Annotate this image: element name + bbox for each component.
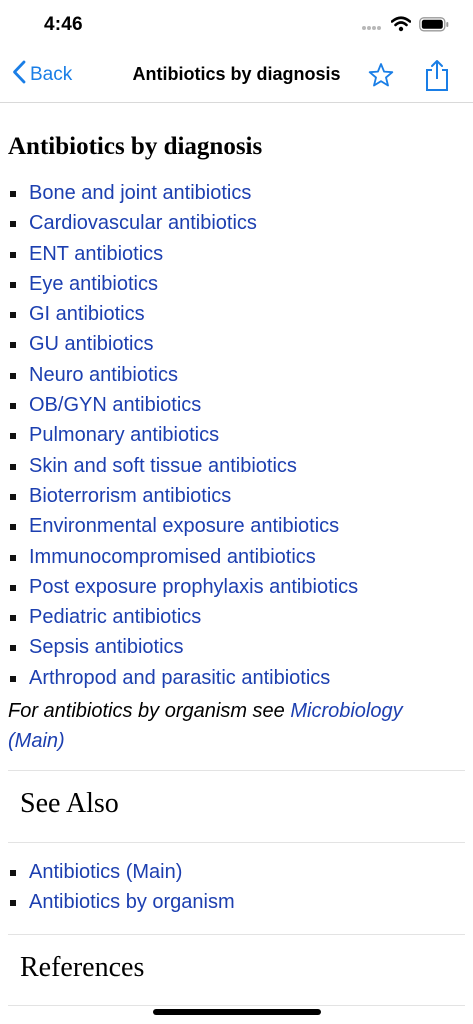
home-indicator[interactable] [153, 1009, 321, 1015]
bullet [10, 493, 16, 500]
list-item: Neuro antibiotics [0, 361, 473, 391]
references-heading: References [20, 952, 145, 983]
bullet [10, 191, 16, 197]
bullet [10, 645, 16, 652]
link-gu[interactable]: GU antibiotics [29, 333, 154, 356]
list-item: GI antibiotics [0, 300, 473, 330]
list-item: Sepsis antibiotics [0, 633, 473, 663]
list-item: OB/GYN antibiotics [0, 391, 473, 421]
note-text: For antibiotics by organism see [8, 700, 291, 722]
bullet [10, 463, 16, 470]
list-item: Post exposure prophylaxis antibiotics [0, 573, 473, 603]
nav-title: Antibiotics by diagnosis [132, 64, 341, 84]
link-ob-gyn[interactable]: OB/GYN antibiotics [29, 394, 201, 417]
list-item: Antibiotics (Main) [0, 858, 473, 888]
bullet [10, 372, 16, 379]
bullet [10, 584, 16, 591]
bullet [10, 403, 16, 410]
divider [8, 934, 465, 935]
link-cardiovascular[interactable]: Cardiovascular antibiotics [29, 212, 257, 235]
status-bar: 4:46 [0, 0, 473, 48]
link-antibiotics-by-organism[interactable]: Antibiotics by organism [29, 891, 235, 914]
share-icon [424, 60, 450, 96]
favorite-button[interactable] [368, 62, 394, 93]
link-pulmonary[interactable]: Pulmonary antibiotics [29, 424, 219, 447]
bullet [10, 281, 16, 288]
link-skin-soft-tissue[interactable]: Skin and soft tissue antibiotics [29, 455, 297, 478]
bullet [10, 342, 16, 349]
link-ent[interactable]: ENT antibiotics [29, 243, 163, 266]
divider [8, 770, 465, 771]
battery-icon [419, 16, 449, 37]
share-button[interactable] [424, 58, 450, 97]
bullet [10, 251, 16, 258]
list-item: Bioterrorism antibiotics [0, 482, 473, 512]
star-icon [368, 63, 394, 92]
bullet [10, 433, 16, 440]
link-bone-and-joint[interactable]: Bone and joint antibiotics [29, 182, 251, 205]
page-heading: Antibiotics by diagnosis [8, 133, 263, 160]
see-also-list: Antibiotics (Main) Antibiotics by organi… [0, 858, 473, 919]
bullet [10, 675, 16, 682]
link-arthropod-parasitic[interactable]: Arthropod and parasitic antibiotics [29, 667, 330, 690]
link-antibiotics-main[interactable]: Antibiotics (Main) [29, 861, 182, 884]
link-pediatric[interactable]: Pediatric antibiotics [29, 606, 201, 629]
link-post-exposure-prophylaxis[interactable]: Post exposure prophylaxis antibiotics [29, 576, 358, 599]
diagnosis-link-list: Bone and joint antibiotics Cardiovascula… [0, 179, 473, 694]
list-item: Bone and joint antibiotics [0, 179, 473, 209]
list-item: Skin and soft tissue antibiotics [0, 452, 473, 482]
list-item: ENT antibiotics [0, 240, 473, 270]
see-also-heading: See Also [20, 788, 119, 819]
bullet [10, 615, 16, 622]
link-neuro[interactable]: Neuro antibiotics [29, 364, 178, 387]
list-item: Antibiotics by organism [0, 888, 473, 918]
list-item: Arthropod and parasitic antibiotics [0, 664, 473, 694]
navigation-bar: Back Antibiotics by diagnosis [0, 48, 473, 103]
list-item: Eye antibiotics [0, 270, 473, 300]
list-item: Cardiovascular antibiotics [0, 209, 473, 239]
bullet [10, 312, 16, 319]
link-bioterrorism[interactable]: Bioterrorism antibiotics [29, 485, 231, 508]
status-icons [361, 16, 449, 37]
link-sepsis[interactable]: Sepsis antibiotics [29, 636, 184, 659]
link-immunocompromised[interactable]: Immunocompromised antibiotics [29, 546, 316, 569]
bullet [10, 900, 16, 907]
divider [8, 1005, 465, 1006]
link-environmental-exposure[interactable]: Environmental exposure antibiotics [29, 515, 339, 538]
bullet [10, 524, 16, 531]
bullet [10, 870, 16, 876]
list-item: Pulmonary antibiotics [0, 421, 473, 451]
link-eye[interactable]: Eye antibiotics [29, 273, 158, 296]
list-item: GU antibiotics [0, 330, 473, 360]
divider [8, 842, 465, 843]
status-time: 4:46 [44, 14, 83, 35]
signal-dots-icon [361, 18, 383, 36]
bullet [10, 554, 16, 561]
organism-note: For antibiotics by organism see Microbio… [8, 696, 458, 756]
list-item: Pediatric antibiotics [0, 603, 473, 633]
list-item: Immunocompromised antibiotics [0, 543, 473, 573]
wifi-icon [390, 16, 412, 37]
bullet [10, 221, 16, 228]
link-gi[interactable]: GI antibiotics [29, 303, 145, 326]
list-item: Environmental exposure antibiotics [0, 512, 473, 542]
